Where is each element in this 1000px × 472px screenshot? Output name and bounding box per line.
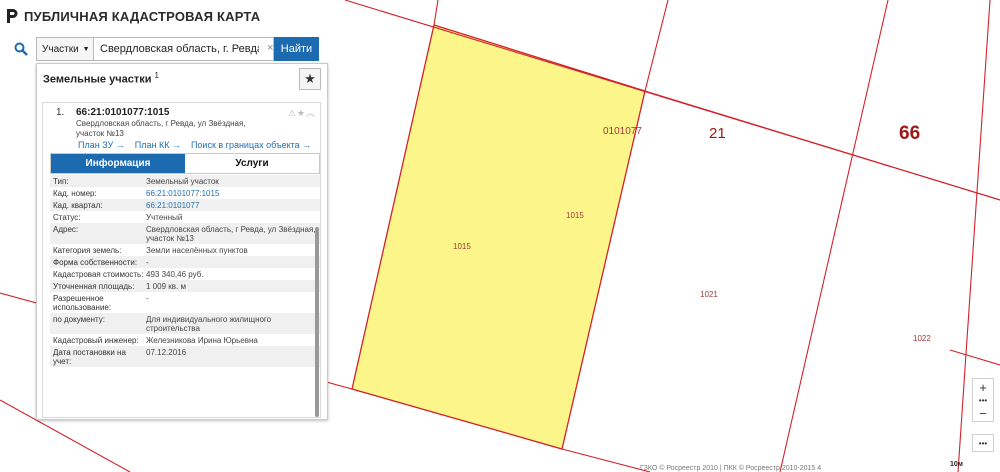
- link-search-bounds[interactable]: Поиск в границах объекта →: [191, 140, 311, 150]
- property-value: Земельный участок: [146, 176, 219, 186]
- property-key: Категория земель:: [53, 245, 122, 255]
- property-key: Форма собственности:: [53, 257, 138, 267]
- property-row: Кадастровый инженер: Железникова Ирина Юр…: [50, 334, 320, 346]
- property-value: Железникова Ирина Юрьевна: [146, 335, 258, 345]
- rosreestr-logo-icon[interactable]: [6, 8, 18, 24]
- card-tabs: Информация Услуги: [50, 153, 320, 174]
- search-icon[interactable]: [6, 37, 36, 61]
- panel-title: Земельные участки 1: [43, 71, 159, 86]
- zoom-level-dots-icon: •••: [978, 395, 988, 405]
- property-table: Тип: Земельный участок Кад. номер: 66:21:01…: [50, 175, 320, 370]
- property-row: Адрес: Свердловская область, г Ревда, ул …: [50, 223, 320, 244]
- search-bar: Участки ▼ × Найти: [6, 37, 328, 61]
- result-index: 1.: [56, 107, 65, 118]
- more-tools-icon[interactable]: •••: [972, 434, 994, 452]
- property-row: Статус: Учтенный: [50, 211, 320, 223]
- district-label: 21: [709, 125, 726, 142]
- property-key: Статус:: [53, 212, 81, 222]
- cadastral-number: 66:21:0101077:1015: [76, 107, 170, 118]
- search-type-label: Участки: [42, 43, 79, 55]
- property-row: Кад. квартал: 66:21:0101077: [50, 199, 320, 211]
- property-value: 1 009 кв. м: [146, 281, 186, 291]
- parcel-label: 1015: [453, 242, 471, 251]
- star-icon[interactable]: ★: [299, 68, 321, 90]
- tab-services[interactable]: Услуги: [185, 154, 319, 173]
- address-line: Свердловская область, г Ревда, ул Звёздн…: [76, 119, 246, 128]
- selected-parcel[interactable]: [351, 24, 646, 450]
- region-label: 66: [899, 123, 921, 144]
- property-value: Свердловская область, г Ревда, ул Звёздн…: [146, 224, 316, 243]
- link-plan-kk[interactable]: План КК →: [135, 140, 181, 150]
- parcel-label: 1015: [566, 211, 584, 220]
- find-button[interactable]: Найти: [274, 37, 319, 61]
- zoom-control: + ••• −: [972, 378, 994, 422]
- result-card[interactable]: 1. 66:21:0101077:1015 Свердловская облас…: [42, 102, 321, 418]
- copyright-text: ГЗКО © Росреестр 2010 | ПКК © Росреестр …: [640, 465, 822, 472]
- results-panel: Земельные участки 1 ★ 1. 66:21:0101077:1…: [36, 63, 328, 420]
- property-key: Кадастровый инженер:: [53, 335, 139, 345]
- search-input[interactable]: [94, 37, 274, 61]
- result-count: 1: [154, 71, 159, 80]
- property-row: по документу: Для индивидуального жилищно…: [50, 313, 320, 334]
- search-type-select[interactable]: Участки ▼: [36, 37, 94, 61]
- property-key: Кадастровая стоимость:: [53, 269, 144, 279]
- clear-icon[interactable]: ×: [267, 42, 273, 54]
- panel-scrollbar[interactable]: [315, 227, 319, 417]
- zoom-out-button[interactable]: −: [973, 405, 993, 421]
- scale-label: 10м: [950, 461, 963, 468]
- property-key: Тип:: [53, 176, 69, 186]
- property-value[interactable]: 66:21:0101077: [146, 201, 320, 210]
- property-row: Разрешенное использование: -: [50, 292, 320, 313]
- tab-info[interactable]: Информация: [51, 154, 185, 173]
- property-key: Кад. номер:: [53, 188, 97, 198]
- address-line: участок №13: [76, 129, 124, 138]
- parcel-label: 1021: [700, 290, 718, 299]
- link-plan-zu[interactable]: План ЗУ →: [78, 140, 125, 150]
- property-row: Категория земель: Земли населённых пункто…: [50, 244, 320, 256]
- card-actions: ⚠★︿: [288, 106, 316, 119]
- property-key: Уточненная площадь:: [53, 281, 135, 291]
- property-value: -: [146, 293, 149, 303]
- zoom-in-button[interactable]: +: [973, 379, 993, 395]
- property-value: Учтенный: [146, 212, 183, 222]
- caret-down-icon: ▼: [82, 45, 90, 53]
- property-value: 07.12.2016: [146, 347, 187, 357]
- property-row: Уточненная площадь: 1 009 кв. м: [50, 280, 320, 292]
- app-header: ПУБЛИЧНАЯ КАДАСТРОВАЯ КАРТА: [6, 6, 260, 26]
- app-title: ПУБЛИЧНАЯ КАДАСТРОВАЯ КАРТА: [24, 8, 261, 24]
- property-row: Кад. номер: 66:21:0101077:1015: [50, 187, 320, 199]
- property-row: Дата постановки на учет: 07.12.2016: [50, 346, 320, 367]
- quarter-label: 0101077: [603, 126, 642, 137]
- parcel-label: 1022: [913, 334, 931, 343]
- property-value: Для индивидуального жилищного строительс…: [146, 314, 272, 333]
- property-row: Форма собственности: -: [50, 256, 320, 268]
- property-key: Дата постановки на учет:: [53, 347, 126, 366]
- property-row: Кадастровая стоимость: 493 340,46 руб.: [50, 268, 320, 280]
- warning-icon[interactable]: ⚠: [288, 108, 297, 118]
- star-outline-icon[interactable]: ★: [297, 108, 306, 118]
- property-key: Адрес:: [53, 224, 79, 234]
- property-value[interactable]: 66:21:0101077:1015: [146, 189, 320, 198]
- property-row: [50, 367, 320, 370]
- panel-title-text: Земельные участки: [43, 73, 152, 86]
- property-value: -: [146, 257, 149, 267]
- result-address: Свердловская область, г Ревда, ул Звёздн…: [76, 119, 276, 139]
- card-links: План ЗУ → План КК → Поиск в границах объ…: [78, 140, 311, 150]
- property-value: Земли населённых пунктов: [146, 245, 248, 255]
- property-row: Тип: Земельный участок: [50, 175, 320, 187]
- property-value: 493 340,46 руб.: [146, 269, 204, 279]
- panel-header: Земельные участки 1 ★: [37, 64, 327, 92]
- chevron-up-icon[interactable]: ︿: [306, 108, 316, 118]
- property-key: по документу:: [53, 314, 105, 324]
- property-key: Разрешенное использование:: [53, 293, 112, 312]
- property-key: Кад. квартал:: [53, 200, 103, 210]
